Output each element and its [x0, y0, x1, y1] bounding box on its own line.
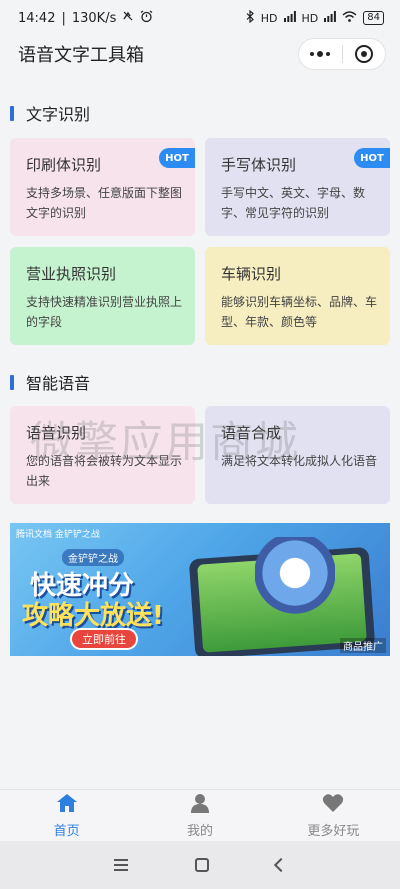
divider: |: [61, 10, 66, 26]
section-title: 智能语音: [26, 374, 91, 393]
tab-label: 更多好玩: [307, 823, 360, 839]
card-title: 营业执照识别: [26, 265, 117, 283]
card-print-ocr[interactable]: 印刷体识别 支持多场景、任意版面下整图文字的识别 HOT: [10, 138, 195, 236]
alarm-icon: [140, 10, 153, 27]
signal-2-label: HD: [301, 11, 319, 25]
home-icon: [56, 793, 78, 817]
section-header-smart-voice: 智能语音: [10, 370, 90, 394]
card-business-license-ocr[interactable]: 营业执照识别 支持快速精准识别营业执照上的字段: [10, 247, 195, 345]
recent-apps-button[interactable]: [113, 859, 128, 871]
tab-label: 我的: [186, 823, 213, 839]
card-vehicle-recognition[interactable]: 车辆识别 能够识别车辆坐标、品牌、车型、年款、颜色等: [205, 247, 390, 345]
tab-label: 首页: [53, 823, 80, 839]
target-icon: [354, 45, 373, 63]
ad-tag: 商品推广: [340, 638, 386, 653]
system-navigation-bar: [0, 841, 400, 889]
wifi-icon: [342, 11, 357, 25]
signal-1-label: HD: [260, 11, 278, 25]
banner-brand: 腾讯文档 金铲铲之战: [16, 530, 100, 540]
user-icon: [190, 793, 210, 817]
more-menu-button[interactable]: [299, 39, 342, 69]
section-accent-bar: [10, 105, 14, 121]
signal-bars-icon: [283, 11, 296, 25]
promo-banner[interactable]: 腾讯文档 金铲铲之战 金铲铲之战 快速冲分 攻略大放送! 立即前往 商品推广: [10, 523, 390, 656]
card-handwriting-ocr[interactable]: 手写体识别 手写中文、英文、字母、数字、常见字符的识别 HOT: [205, 138, 390, 236]
close-mini-program-button[interactable]: [343, 39, 386, 69]
watermark: 微擎应用商城: [30, 418, 300, 468]
tab-more-fun[interactable]: 更多好玩: [267, 790, 400, 841]
card-description: 手写中文、英文、字母、数字、常见字符的识别: [221, 186, 366, 220]
bottom-tab-bar: 首页 我的 更多好玩: [0, 789, 400, 841]
heart-icon: [322, 793, 344, 817]
battery-indicator: 84: [363, 11, 384, 25]
status-bar: 14:42 | 130K/s HD HD 84: [0, 0, 400, 36]
mini-program-capsule: [298, 38, 386, 70]
tab-mine[interactable]: 我的: [133, 790, 266, 841]
hot-badge: HOT: [159, 148, 195, 168]
title-bar: 语音文字工具箱: [0, 36, 400, 72]
app-title: 语音文字工具箱: [18, 45, 144, 66]
network-speed: 130K/s: [71, 10, 117, 26]
section-title: 文字识别: [26, 105, 91, 124]
penguin-character-illustration: [255, 537, 335, 627]
mute-icon: [122, 10, 134, 26]
hot-badge: HOT: [354, 148, 390, 168]
signal-bars-icon: [324, 11, 337, 25]
back-button[interactable]: [274, 857, 289, 873]
clock: 14:42: [18, 10, 56, 26]
more-dots-icon: [310, 51, 331, 57]
card-description: 能够识别车辆坐标、品牌、车型、年款、颜色等: [221, 295, 378, 329]
section-header-text-recognition: 文字识别: [10, 101, 90, 125]
card-description: 支持快速精准识别营业执照上的字段: [26, 295, 183, 329]
banner-headline-2: 攻略大放送!: [22, 601, 164, 631]
card-title: 车辆识别: [221, 265, 282, 283]
section-accent-bar: [10, 374, 14, 390]
tab-home[interactable]: 首页: [0, 790, 133, 841]
card-description: 支持多场景、任意版面下整图文字的识别: [26, 186, 183, 220]
bluetooth-icon: [246, 9, 255, 26]
banner-cta-button[interactable]: 立即前往: [70, 628, 138, 650]
home-button[interactable]: [194, 858, 209, 872]
banner-subtitle: 金铲铲之战: [62, 549, 124, 566]
